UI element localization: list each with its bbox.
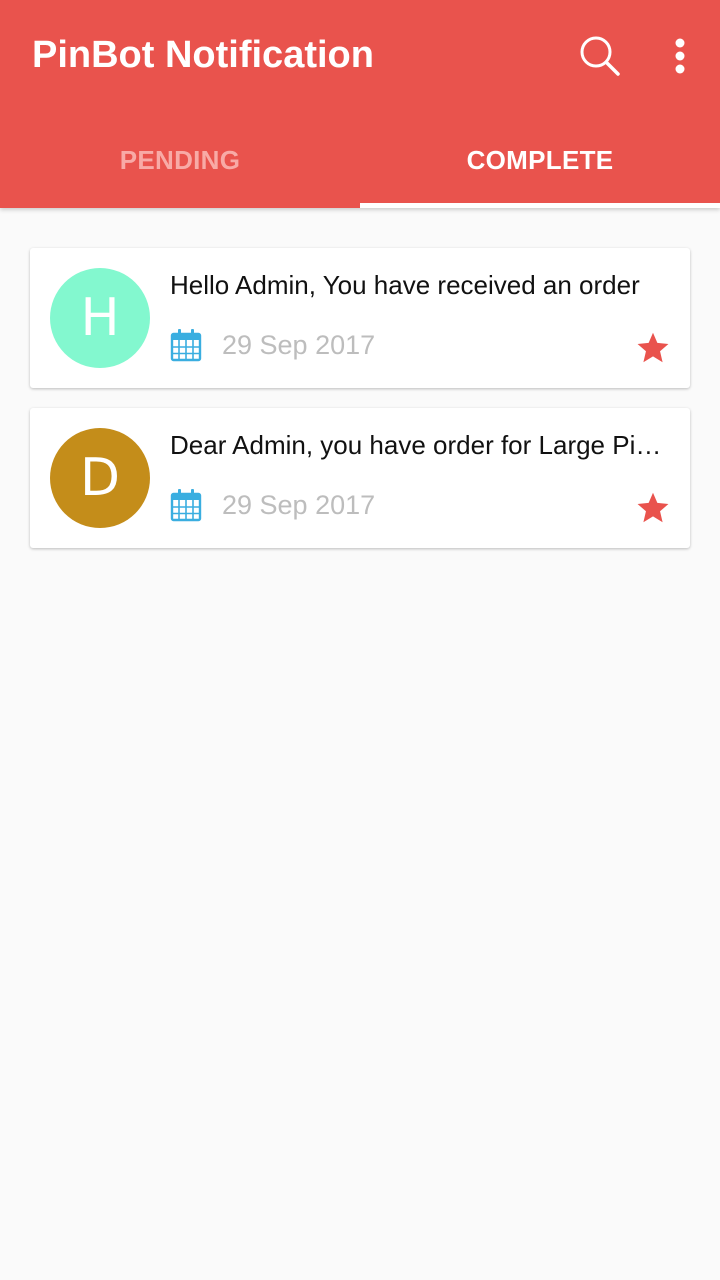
search-button[interactable] [574, 30, 626, 82]
calendar-icon [170, 489, 202, 522]
star-icon[interactable] [635, 330, 671, 366]
more-vert-icon [675, 38, 685, 74]
notification-message: Hello Admin, You have received an order [170, 270, 640, 300]
app-bar: PinBot Notification PENDING COMPLETE [0, 0, 720, 208]
tab-complete[interactable]: COMPLETE [360, 112, 720, 208]
more-options-button[interactable] [658, 30, 702, 82]
notification-card[interactable]: H Hello Admin, You have received an orde… [30, 248, 690, 388]
tab-complete-label: COMPLETE [466, 144, 614, 175]
notification-date: 29 Sep 2017 [222, 330, 376, 360]
tab-pending-label: PENDING [119, 144, 241, 175]
star-icon[interactable] [635, 490, 671, 526]
tab-selected-indicator [360, 203, 720, 208]
notification-date: 29 Sep 2017 [222, 490, 376, 520]
calendar-icon [170, 329, 202, 362]
tab-pending[interactable]: PENDING [0, 112, 360, 208]
search-icon [580, 36, 620, 76]
notification-card[interactable]: D Dear Admin, you have order for Large P… [30, 408, 690, 548]
app-title: PinBot Notification [32, 34, 374, 76]
avatar: D [50, 428, 150, 528]
avatar-initial: D [79, 448, 121, 508]
avatar: H [50, 268, 150, 368]
tab-bar: PENDING COMPLETE [0, 112, 720, 208]
notification-message: Dear Admin, you have order for Large Piz… [170, 430, 670, 460]
avatar-initial: H [80, 288, 120, 348]
